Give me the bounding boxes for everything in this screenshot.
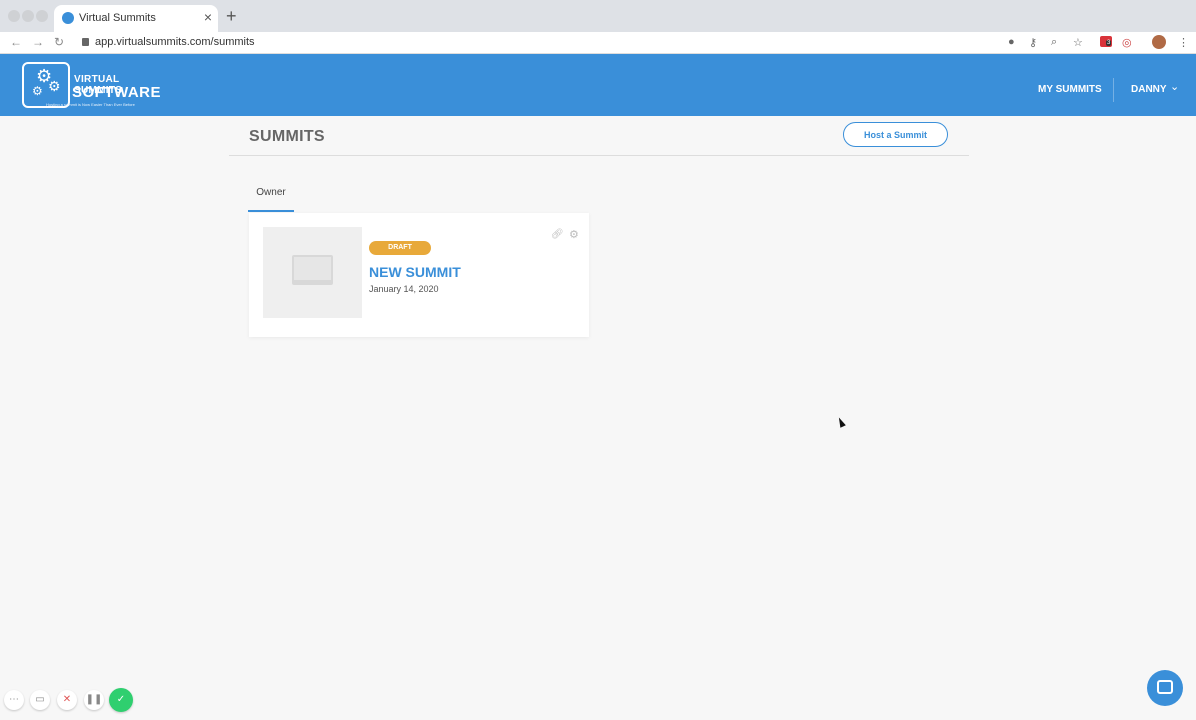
- back-icon[interactable]: ←: [10, 35, 22, 49]
- camera-icon[interactable]: ▭: [30, 690, 50, 710]
- summit-date: January 14, 2020: [369, 284, 439, 294]
- summit-title[interactable]: NEW SUMMIT: [369, 264, 461, 280]
- target-extension-icon[interactable]: ◎: [1122, 36, 1132, 49]
- favicon-icon: [62, 12, 74, 24]
- brand-logo[interactable]: ⚙ ⚙ ⚙ VIRTUAL SUMMITS SOFTWARE Hosting a…: [22, 62, 161, 108]
- nav-my-summits[interactable]: MY SUMMITS: [1038, 84, 1102, 95]
- logo-text-software: SOFTWARE: [72, 84, 161, 101]
- more-options-icon[interactable]: ⋯: [4, 690, 24, 710]
- chat-icon: [1157, 680, 1173, 694]
- chevron-down-icon[interactable]: ⌄: [1170, 80, 1179, 93]
- key-icon[interactable]: ⚷: [1029, 36, 1037, 49]
- window-maximize-control[interactable]: [36, 10, 48, 22]
- gear-icon[interactable]: ⚙: [569, 228, 579, 241]
- lock-icon: [82, 38, 89, 46]
- gear-icon: ⚙: [48, 78, 61, 94]
- status-badge: DRAFT: [369, 241, 431, 255]
- nav-divider: [1113, 78, 1114, 102]
- cancel-recording-icon[interactable]: ✕: [57, 690, 77, 710]
- window-minimize-control[interactable]: [22, 10, 34, 22]
- profile-avatar[interactable]: [1152, 35, 1166, 49]
- monitor-placeholder-icon: [292, 255, 333, 285]
- browser-toolbar: ← → ↻ app.virtualsummits.com/summits ● ⚷…: [0, 32, 1196, 54]
- nav-user-menu[interactable]: DANNY: [1131, 84, 1167, 95]
- pause-icon[interactable]: ❚❚: [84, 690, 104, 710]
- zoom-icon[interactable]: ⌕: [1051, 36, 1057, 49]
- header-divider: [229, 155, 969, 156]
- finish-recording-icon[interactable]: ✓: [109, 688, 133, 712]
- mouse-cursor: [836, 416, 846, 428]
- gear-icon: ⚙: [32, 84, 43, 98]
- app-header: ⚙ ⚙ ⚙ VIRTUAL SUMMITS SOFTWARE Hosting a…: [0, 54, 1196, 116]
- summit-card[interactable]: DRAFT NEW SUMMIT January 14, 2020 🔗︎ ⚙: [249, 213, 589, 337]
- chat-launcher-button[interactable]: [1147, 670, 1183, 706]
- reload-icon[interactable]: ↻: [54, 35, 64, 49]
- window-close-control[interactable]: [8, 10, 20, 22]
- tab-owner[interactable]: Owner: [248, 187, 294, 212]
- browser-tab-bar: Virtual Summits × +: [0, 0, 1196, 32]
- browser-menu-icon[interactable]: ⋮: [1178, 36, 1189, 49]
- browser-tab[interactable]: Virtual Summits ×: [54, 5, 218, 32]
- extension-badge: 3: [1106, 40, 1112, 46]
- bookmark-star-icon[interactable]: ☆: [1073, 36, 1083, 49]
- tab-close-icon[interactable]: ×: [204, 9, 212, 25]
- host-summit-button[interactable]: Host a Summit: [843, 122, 948, 147]
- url-text: app.virtualsummits.com/summits: [95, 36, 255, 48]
- page-title: SUMMITS: [249, 128, 325, 145]
- logo-tagline: Hosting a summit is Now Easier Than Ever…: [46, 102, 135, 107]
- forward-icon[interactable]: →: [32, 35, 44, 49]
- summit-thumbnail: [263, 227, 362, 318]
- address-bar[interactable]: app.virtualsummits.com/summits: [82, 36, 255, 48]
- link-icon[interactable]: 🔗︎: [551, 229, 564, 240]
- new-tab-icon[interactable]: +: [226, 6, 237, 27]
- microphone-icon[interactable]: ●: [1008, 36, 1015, 48]
- tab-title: Virtual Summits: [79, 12, 156, 24]
